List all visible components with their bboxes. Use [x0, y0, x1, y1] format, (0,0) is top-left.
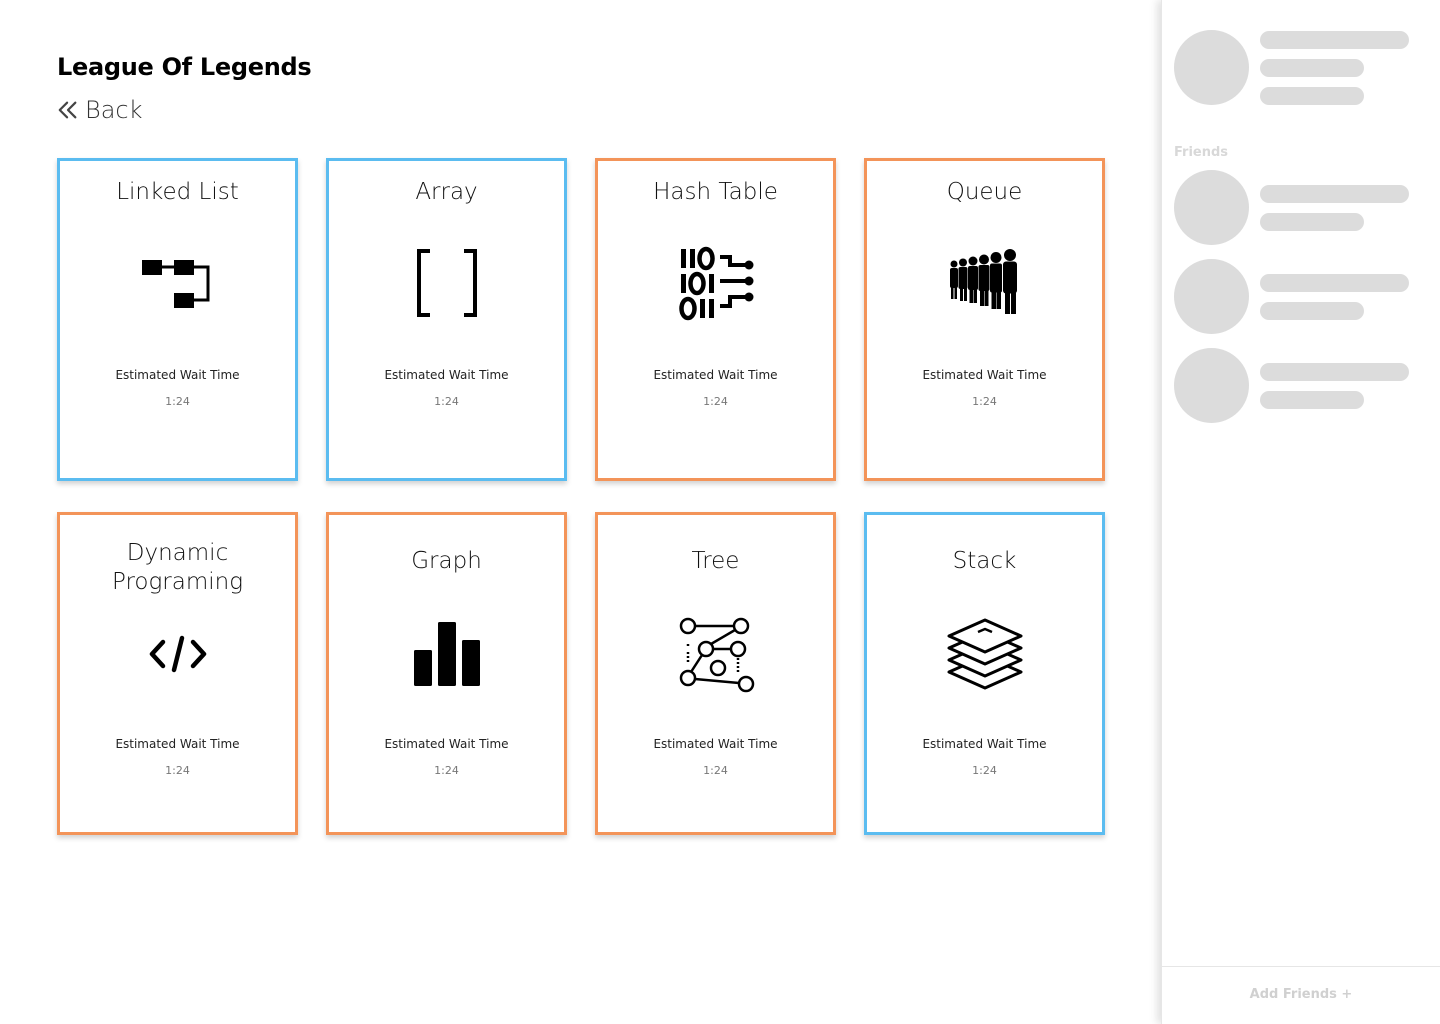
card-title-line-1: Dynamic — [126, 540, 229, 566]
card-stack[interactable]: Stack Estimated Wait Time 1:24 — [864, 512, 1105, 835]
friend-status-placeholder — [1260, 391, 1364, 409]
wait-time-value: 1:24 — [972, 764, 997, 777]
friend-avatar-placeholder — [1174, 170, 1249, 245]
binary-circuit-icon — [676, 243, 756, 323]
card-array[interactable]: Array Estimated Wait Time 1:24 — [326, 158, 567, 481]
card-graph[interactable]: Graph Estimated Wait Time 1:24 — [326, 512, 567, 835]
card-hash-table[interactable]: Hash Table Estimated Wait Time 1:24 — [595, 158, 836, 481]
card-tree[interactable]: Tree Estimated Wait Time 1:24 — [595, 512, 836, 835]
wait-time-label: Estimated Wait Time — [115, 368, 240, 382]
card-title: Graph — [411, 548, 482, 574]
node-tree-icon — [676, 614, 756, 694]
wait-time-value: 1:24 — [703, 395, 728, 408]
friends-sidebar: Friends Add Friends + — [1161, 0, 1440, 1024]
wait-time-value: 1:24 — [434, 764, 459, 777]
card-title: Stack — [952, 548, 1017, 574]
add-friends-button[interactable]: Add Friends + — [1162, 987, 1440, 1002]
wait-time-label: Estimated Wait Time — [384, 737, 509, 751]
double-chevron-left-icon — [58, 101, 77, 119]
wait-time-label: Estimated Wait Time — [384, 368, 509, 382]
card-title: Linked List — [116, 179, 239, 205]
sidebar-footer: Add Friends + — [1162, 966, 1440, 1024]
wait-time-label: Estimated Wait Time — [922, 368, 1047, 382]
bar-chart-icon — [407, 614, 487, 694]
wait-time-value: 1:24 — [434, 395, 459, 408]
card-title: Tree — [691, 548, 740, 574]
card-title: Queue — [946, 179, 1023, 205]
wait-time-value: 1:24 — [165, 764, 190, 777]
wait-time-label: Estimated Wait Time — [653, 737, 778, 751]
wait-time-label: Estimated Wait Time — [922, 737, 1047, 751]
main-content: League Of Legends Back Linked List Estim… — [0, 0, 1160, 1024]
page-title: League Of Legends — [57, 53, 312, 81]
user-detail-placeholder — [1260, 87, 1364, 105]
layers-icon — [945, 614, 1025, 694]
brackets-icon — [407, 243, 487, 323]
wait-time-label: Estimated Wait Time — [653, 368, 778, 382]
friend-name-placeholder — [1260, 185, 1409, 203]
friends-heading: Friends — [1174, 145, 1229, 160]
user-name-placeholder — [1260, 31, 1409, 49]
friend-name-placeholder — [1260, 274, 1409, 292]
friend-status-placeholder — [1260, 302, 1364, 320]
wait-time-value: 1:24 — [972, 395, 997, 408]
user-detail-placeholder — [1260, 59, 1364, 77]
card-queue[interactable]: Queue Estimated Wait Time 1:24 — [864, 158, 1105, 481]
user-avatar-placeholder — [1174, 30, 1249, 105]
back-button[interactable]: Back — [57, 96, 143, 124]
friend-status-placeholder — [1260, 213, 1364, 231]
card-title-line-2: Programing — [111, 569, 243, 595]
card-title: Hash Table — [653, 179, 778, 205]
people-line-icon — [945, 243, 1025, 323]
friend-avatar-placeholder — [1174, 259, 1249, 334]
friend-avatar-placeholder — [1174, 348, 1249, 423]
wait-time-value: 1:24 — [703, 764, 728, 777]
card-linked-list[interactable]: Linked List Estimated Wait Time 1:24 — [57, 158, 298, 481]
code-icon — [138, 614, 218, 694]
card-title: Array — [415, 179, 478, 205]
linked-list-icon — [138, 243, 218, 323]
wait-time-label: Estimated Wait Time — [115, 737, 240, 751]
card-dynamic-programing[interactable]: Dynamic Programing Estimated Wait Time 1… — [57, 512, 298, 835]
wait-time-value: 1:24 — [165, 395, 190, 408]
back-label: Back — [85, 96, 143, 124]
friend-name-placeholder — [1260, 363, 1409, 381]
